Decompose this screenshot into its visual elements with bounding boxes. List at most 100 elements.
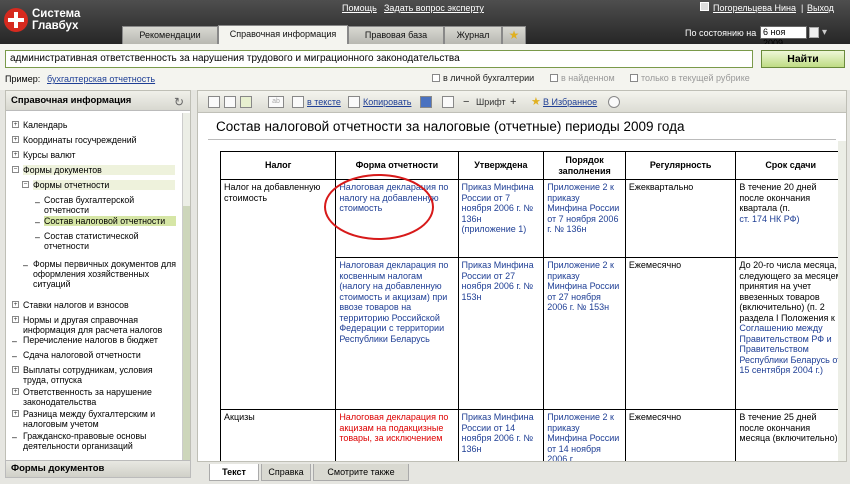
tree-item-norms[interactable]: Нормы и другая справочная информация для… (23, 315, 178, 335)
expand-icon[interactable]: + (12, 316, 19, 323)
tree-item-tax-reporting[interactable]: Состав налоговой отчетности (44, 216, 176, 226)
expand-icon[interactable]: + (12, 121, 19, 128)
tree-item-difference[interactable]: Разница между бухгалтерским и налоговым … (23, 409, 178, 429)
appendix-link[interactable]: (приложение 1) (462, 224, 527, 234)
table-header-row: Налог Форма отчетности Утверждена Порядо… (219, 151, 846, 180)
copy-link[interactable]: Копировать (363, 96, 411, 108)
expand-icon[interactable]: + (12, 151, 19, 158)
collapse-icon[interactable]: − (22, 181, 29, 188)
refresh-icon[interactable]: ↻ (174, 95, 184, 109)
search-in-text-link[interactable]: в тексте (307, 96, 341, 108)
find-button[interactable]: Найти (761, 50, 845, 68)
form-link-excise[interactable]: Налоговая декларация по акцизам на подак… (339, 412, 448, 443)
left-scrollbar-thumb[interactable] (183, 206, 190, 461)
tree-item-report-forms[interactable]: Формы отчетности (33, 180, 175, 190)
tree-item-payments[interactable]: Выплаты сотрудникам, условия труда, отпу… (23, 365, 178, 385)
tree-item-primary-docs[interactable]: Формы первичных документов для оформлени… (33, 259, 178, 289)
document-title: Состав налоговой отчетности за налоговые… (216, 119, 685, 134)
expand-icon[interactable]: + (12, 388, 19, 395)
help-link[interactable]: Помощь (342, 3, 377, 13)
tree-item-doc-forms[interactable]: Формы документов (23, 165, 175, 175)
approved-link[interactable]: Приказ Минфина России от 7 ноября 2006 г… (462, 182, 534, 224)
expand-icon[interactable]: + (12, 410, 19, 417)
cell-term: В течение 25 дней после окончания месяца… (735, 409, 846, 461)
state-date-input[interactable]: 6 ноя 2009 (760, 26, 807, 48)
tree-item-liability[interactable]: Ответственность за нарушение законодател… (23, 387, 178, 407)
tree-item-coordinates[interactable]: Координаты госучреждений (23, 135, 137, 145)
copy-icon[interactable] (348, 96, 360, 108)
approved-link[interactable]: Приказ Минфина России от 14 ноября 2006 … (462, 412, 534, 454)
col-regularity: Регулярность (624, 151, 737, 180)
list-icon[interactable] (224, 96, 236, 108)
calendar-icon[interactable] (809, 27, 819, 38)
opt-personal[interactable]: в личной бухгалтерии (432, 73, 534, 83)
order-link[interactable]: Приложение 2 к приказу Минфина России от… (547, 412, 619, 461)
calendar-dropdown-icon[interactable]: ▾ (822, 27, 827, 38)
opt-found: в найденном (550, 73, 615, 83)
tree-item-currency[interactable]: Курсы валют (23, 150, 76, 160)
tree-item-statistical[interactable]: Состав статистической отчетности (44, 231, 176, 251)
term-law-link[interactable]: ст. 174 НК РФ) (739, 214, 799, 224)
tab-reference-info[interactable]: Справка (261, 464, 311, 481)
af-icon: ab (268, 96, 284, 108)
tree-dash: – (12, 336, 17, 346)
tree-item-tax-transfer[interactable]: Перечисление налогов в бюджет (23, 335, 158, 345)
cell-regularity: Ежеквартально (624, 179, 737, 258)
order-link[interactable]: Приложение 2 к приказу Минфина России от… (547, 182, 619, 234)
collapse-icon[interactable]: − (12, 166, 19, 173)
tree-item-accounting[interactable]: Состав бухгалтерской отчетности (44, 195, 176, 215)
example-label: Пример: (5, 74, 41, 84)
tab-journal[interactable]: Журнал (444, 26, 502, 44)
exit-link[interactable]: Выход (807, 3, 834, 13)
tab-see-also[interactable]: Смотрите также (313, 464, 409, 481)
expand-icon[interactable]: + (12, 136, 19, 143)
print-icon[interactable] (442, 96, 454, 108)
form-link-indirect[interactable]: Налоговая декларация по косвенным налога… (339, 260, 448, 344)
cross-logo-icon (4, 8, 28, 32)
tab-text[interactable]: Текст (209, 464, 259, 481)
example-link[interactable]: бухгалтерская отчетность (47, 74, 155, 84)
home-icon[interactable] (208, 96, 220, 108)
cell-tax: Налог на добавленную стоимость (219, 179, 337, 410)
tree-item-tax-submission[interactable]: Сдача налоговой отчетности (23, 350, 141, 360)
logo[interactable]: Система Главбух (4, 6, 124, 38)
tab-legal-base[interactable]: Правовая база (348, 26, 444, 44)
cell-form: Налоговая декларация по косвенным налога… (335, 257, 459, 410)
approved-link[interactable]: Приказ Минфина России от 27 ноября 2006 … (462, 260, 534, 302)
state-label: По состоянию на (685, 28, 757, 38)
tree-dash: – (35, 232, 40, 242)
tree-item-calendar[interactable]: Календарь (23, 120, 67, 130)
page-icon[interactable] (240, 96, 252, 108)
tree-dash: – (12, 432, 17, 442)
cell-approved: Приказ Минфина России от 14 ноября 2006 … (457, 409, 545, 461)
cell-tax: Акцизы (219, 409, 337, 461)
order-link[interactable]: Приложение 2 к приказу Минфина России от… (547, 260, 619, 312)
expand-icon[interactable]: + (12, 301, 19, 308)
favorite-star-icon[interactable]: ★ (531, 96, 541, 108)
bottom-tabs: Текст Справка Смотрите также (197, 464, 847, 482)
favorites-star-icon[interactable]: ★ (502, 26, 526, 44)
font-increase-icon[interactable]: + (510, 96, 516, 108)
tab-recommendations[interactable]: Рекомендации (122, 26, 218, 44)
tree-dash: – (35, 217, 40, 227)
agreement-link[interactable]: Соглашению между Правительством РФ и Пра… (739, 323, 841, 375)
search-in-text-icon[interactable] (292, 96, 304, 108)
document-scrollbar[interactable] (838, 141, 846, 461)
left-bottom-title[interactable]: Формы документов (5, 460, 191, 478)
tree-item-tax-rates[interactable]: Ставки налогов и взносов (23, 300, 129, 310)
search-input[interactable]: административная ответственность за нару… (5, 50, 753, 68)
user-link[interactable]: Погорельцева Нина (713, 3, 796, 13)
user-icon (700, 2, 709, 11)
hint-icon[interactable] (608, 96, 620, 108)
tree-item-civil-law[interactable]: Гражданско-правовые основы деятельности … (23, 431, 178, 451)
font-decrease-icon[interactable]: − (463, 96, 469, 108)
tab-reference[interactable]: Справочная информация (218, 25, 348, 44)
checkbox-icon[interactable] (432, 74, 440, 82)
expand-icon[interactable]: + (12, 366, 19, 373)
reporting-table: Налог Форма отчетности Утверждена Порядо… (219, 151, 846, 461)
cell-order: Приложение 2 к приказу Минфина России от… (543, 409, 626, 461)
cell-term: До 20-го числа месяца, следующего за мес… (735, 257, 846, 410)
add-to-favorites-link[interactable]: В Избранное (543, 96, 597, 108)
ask-expert-link[interactable]: Задать вопрос эксперту (384, 3, 484, 13)
word-icon[interactable] (420, 96, 432, 108)
